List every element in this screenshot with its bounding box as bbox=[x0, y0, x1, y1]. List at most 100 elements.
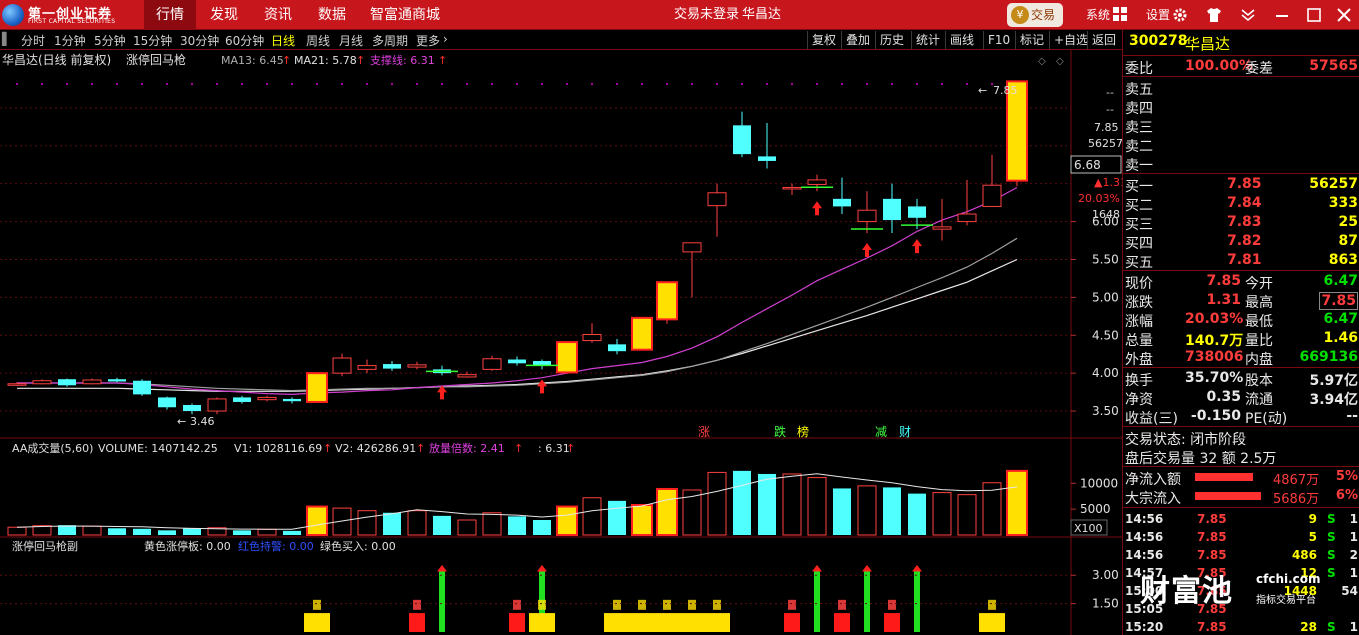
bid-price: 7.84 bbox=[1227, 195, 1262, 211]
chevron-right-icon[interactable]: › bbox=[443, 32, 448, 46]
dot bbox=[416, 83, 418, 85]
dot bbox=[916, 83, 918, 85]
bid-row[interactable]: 买三 7.83 25 bbox=[1123, 213, 1359, 233]
tick-count: 1 bbox=[1349, 530, 1358, 544]
kline-chart[interactable]: 华昌达(日线 前复权) 涨停回马枪 MA13: 6.45 MA21: 5.78 … bbox=[0, 50, 1122, 635]
ask-row[interactable]: 卖五 bbox=[1123, 78, 1359, 98]
diamond-icon[interactable]: ◇ bbox=[1038, 56, 1046, 67]
volume-bar-down bbox=[233, 530, 251, 535]
ask-row[interactable]: 卖四 bbox=[1123, 97, 1359, 117]
gear-icon[interactable] bbox=[1172, 7, 1188, 23]
volume-bar-down bbox=[758, 473, 776, 535]
trade-button-label: 交易 bbox=[1031, 8, 1056, 22]
down-candle bbox=[833, 198, 851, 207]
axis-price: 7.85 bbox=[1094, 121, 1119, 134]
tick-row: 14:56 7.85 5 S 1 bbox=[1123, 529, 1359, 547]
period-fenshi[interactable]: 分时 bbox=[21, 32, 45, 49]
settings-menu[interactable]: 设置 bbox=[1146, 0, 1170, 30]
stat-label: 总量 bbox=[1125, 333, 1153, 349]
stat-label: 最低 bbox=[1245, 314, 1273, 330]
indicator-name: 涨停回马枪 bbox=[126, 52, 186, 67]
period-30min[interactable]: 30分钟 bbox=[180, 32, 219, 49]
bid-row[interactable]: 买一 7.85 56257 bbox=[1123, 175, 1359, 195]
nav-faxian[interactable]: 发现 bbox=[198, 0, 250, 30]
stock-name: 华昌达 bbox=[1185, 35, 1231, 53]
dot bbox=[391, 83, 393, 85]
ask-row[interactable]: 卖三 bbox=[1123, 116, 1359, 136]
chevron-down-icon[interactable] bbox=[1240, 7, 1256, 23]
tick-price: 7.85 bbox=[1197, 620, 1227, 634]
coin-icon: ¥ bbox=[1011, 6, 1029, 24]
period-5min[interactable]: 5分钟 bbox=[94, 32, 126, 49]
marker-zhang[interactable]: 涨 bbox=[698, 424, 710, 439]
down-candle bbox=[383, 364, 401, 369]
ask-label: 卖二 bbox=[1125, 139, 1153, 155]
marker-bang[interactable]: 榜 bbox=[797, 424, 809, 439]
system-menu[interactable]: 系统 bbox=[1086, 0, 1110, 30]
marker-jian[interactable]: 减 bbox=[875, 425, 887, 439]
period-weekly[interactable]: 周线 bbox=[306, 32, 330, 49]
tool-f10[interactable]: F10 bbox=[983, 31, 1014, 49]
marker-die[interactable]: 跌 bbox=[774, 424, 786, 439]
period-60min[interactable]: 60分钟 bbox=[225, 32, 264, 49]
close-icon[interactable] bbox=[1336, 7, 1352, 23]
marker-cai[interactable]: 财 bbox=[899, 425, 911, 439]
nav-shuju[interactable]: 数据 bbox=[306, 0, 358, 30]
bid-label: 买一 bbox=[1125, 179, 1153, 195]
vol-legend-v2: V2: 426286.91 bbox=[335, 442, 416, 455]
nav-mall[interactable]: 智富通商城 bbox=[358, 0, 452, 30]
bid-row[interactable]: 买五 7.81 863 bbox=[1123, 251, 1359, 271]
red-warn-bar bbox=[409, 613, 425, 632]
red-warn-bar bbox=[509, 613, 525, 632]
tool-tongji[interactable]: 统计 bbox=[911, 31, 944, 49]
down-candle bbox=[608, 344, 626, 352]
up-arrow-icon: ↑ bbox=[416, 442, 425, 455]
trade-button[interactable]: ¥ 交易 bbox=[1007, 3, 1063, 27]
volume-bar-limit bbox=[306, 505, 328, 537]
axis-label: 3.50 bbox=[1092, 404, 1119, 418]
grid-icon[interactable] bbox=[1112, 7, 1128, 23]
tool-fuquan[interactable]: 复权 bbox=[807, 31, 840, 49]
stat2-value: -0.150 bbox=[1190, 408, 1241, 424]
shirt-icon[interactable] bbox=[1206, 7, 1222, 23]
yellow-limit-bar bbox=[629, 613, 655, 632]
ask-row[interactable]: 卖二 bbox=[1123, 135, 1359, 155]
tool-biaoji[interactable]: 标记 bbox=[1015, 31, 1048, 49]
period-more[interactable]: 更多 bbox=[416, 32, 440, 49]
volume-bar-up bbox=[807, 477, 827, 536]
dot bbox=[116, 83, 118, 85]
tick-count: 1 bbox=[1349, 566, 1358, 580]
flow-pct: 5% bbox=[1335, 469, 1358, 484]
maximize-icon[interactable] bbox=[1306, 7, 1322, 23]
dot bbox=[316, 83, 318, 85]
collapse-icon[interactable]: ▌ bbox=[2, 32, 11, 46]
volume-unit: X100 bbox=[1074, 522, 1103, 535]
tool-diejia[interactable]: 叠加 bbox=[841, 31, 874, 49]
flow-label: 大宗流入 bbox=[1125, 491, 1181, 507]
nav-zixun[interactable]: 资讯 bbox=[252, 0, 304, 30]
limit-tag bbox=[638, 599, 646, 610]
bid-row[interactable]: 买四 7.82 87 bbox=[1123, 232, 1359, 252]
volume-bar-down bbox=[833, 488, 851, 535]
tool-huaxian[interactable]: 画线 bbox=[945, 31, 978, 49]
tool-fanhui[interactable]: 返回 bbox=[1087, 31, 1120, 49]
diamond-icon[interactable]: ◇ bbox=[1056, 56, 1064, 67]
period-daily[interactable]: 日线 bbox=[271, 32, 295, 49]
login-status[interactable]: 交易未登录 bbox=[674, 0, 739, 30]
tool-zixuan[interactable]: +自选 bbox=[1049, 31, 1092, 49]
nav-hangqing[interactable]: 行情 bbox=[144, 0, 196, 30]
period-multi[interactable]: 多周期 bbox=[372, 32, 408, 49]
period-1min[interactable]: 1分钟 bbox=[54, 32, 86, 49]
candles bbox=[7, 80, 1028, 415]
period-15min[interactable]: 15分钟 bbox=[133, 32, 172, 49]
limit-tag bbox=[713, 599, 721, 610]
vol-legend-v1: V1: 1028116.69 bbox=[234, 442, 322, 455]
up-arrow-icon: ↑ bbox=[356, 54, 365, 67]
bid-row[interactable]: 买二 7.84 333 bbox=[1123, 194, 1359, 214]
tool-lishi[interactable]: 历史 bbox=[875, 31, 908, 49]
minimize-icon[interactable] bbox=[1274, 7, 1290, 23]
dot bbox=[366, 83, 368, 85]
period-monthly[interactable]: 月线 bbox=[339, 32, 363, 49]
ask-row[interactable]: 卖一 bbox=[1123, 154, 1359, 174]
dot bbox=[66, 83, 68, 85]
